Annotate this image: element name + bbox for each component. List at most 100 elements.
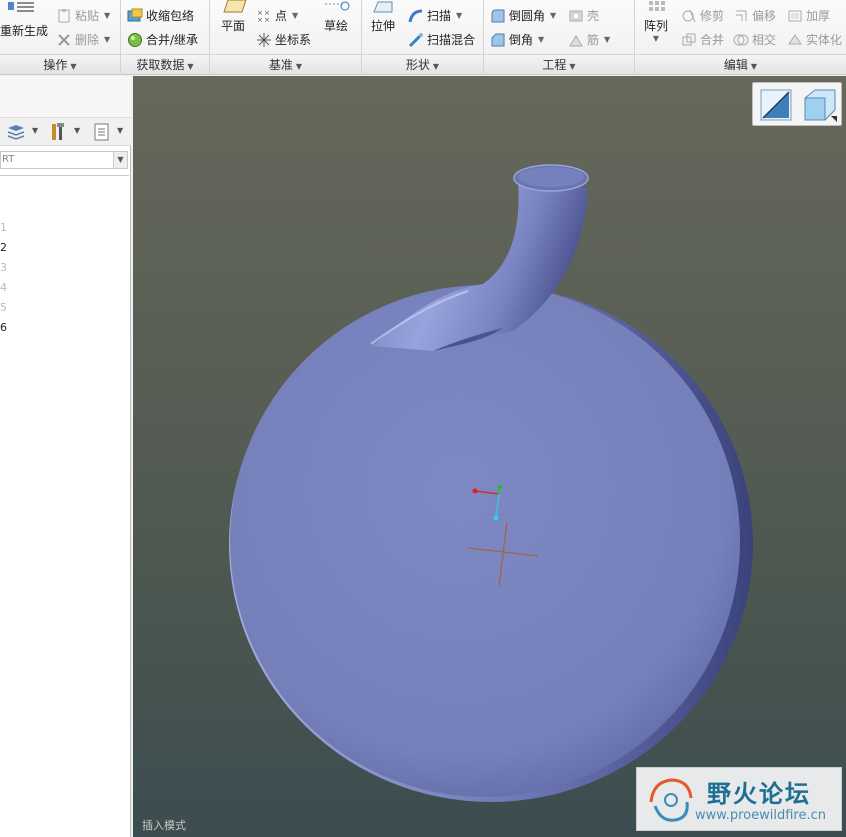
- intersect-label: 相交: [752, 33, 777, 47]
- delete-icon: [56, 32, 72, 48]
- trim-label: 修剪: [700, 9, 725, 23]
- rib-button[interactable]: 筋 ▼: [568, 31, 610, 48]
- pane-header: [0, 76, 131, 118]
- extrude-label: 拉伸: [370, 19, 395, 33]
- ribbon: 重新生成 粘贴 ▼ 删除 ▼ 操作 ▼ 收缩包络 合并/继承 获取数据 ▼ 平面…: [0, 0, 846, 75]
- chamfer-button[interactable]: 倒角 ▼: [490, 31, 544, 48]
- paste-button[interactable]: 粘贴 ▼: [56, 7, 110, 24]
- chamfer-dropdown-icon[interactable]: ▼: [538, 35, 544, 44]
- shell-label: 壳: [587, 9, 600, 23]
- group-label-operations[interactable]: 操作 ▼: [0, 54, 120, 74]
- group-datum: 平面 × × × × 点 ▼ 坐标系 草绘 基准 ▼: [210, 0, 362, 75]
- offset-button[interactable]: 偏移: [733, 7, 776, 24]
- merge-inherit-button[interactable]: 合并/继承: [127, 31, 198, 48]
- mode-status: 插入模式: [142, 819, 186, 832]
- chevron-down-icon: ▼: [750, 62, 758, 71]
- pattern-button[interactable]: 阵列 ▼: [639, 0, 673, 43]
- extrude-button[interactable]: 拉伸: [366, 0, 400, 34]
- sketch-icon: [321, 0, 351, 14]
- csys-z-dot: [493, 515, 499, 521]
- paste-dropdown-icon[interactable]: ▼: [104, 11, 110, 20]
- intersect-button[interactable]: 相交: [733, 31, 776, 48]
- watermark-logo-icon: [649, 778, 693, 822]
- group-label-editing[interactable]: 编辑 ▼: [635, 54, 846, 74]
- point-button[interactable]: × × × × 点 ▼: [256, 7, 298, 24]
- tree-item[interactable]: 3: [0, 261, 7, 274]
- trim-button[interactable]: 修剪: [681, 7, 724, 24]
- svg-text:×: ×: [257, 16, 263, 24]
- shaded-view-icon[interactable]: [801, 88, 839, 125]
- csys-button[interactable]: 坐标系: [256, 31, 311, 48]
- section-view-icon[interactable]: [759, 88, 793, 125]
- delete-button[interactable]: 删除 ▼: [56, 31, 110, 48]
- chevron-down-icon: ▼: [70, 62, 77, 71]
- swept-blend-button[interactable]: 扫描混合: [408, 31, 475, 48]
- solidify-button[interactable]: 实体化: [787, 31, 842, 48]
- rib-label: 筋: [587, 33, 600, 47]
- chevron-down-icon: ▼: [569, 62, 576, 71]
- regenerate-label: 重新生成: [0, 24, 49, 38]
- delete-dropdown-icon[interactable]: ▼: [104, 35, 110, 44]
- view-toolbar: [752, 82, 842, 126]
- chamfer-label: 倒角: [509, 33, 534, 47]
- rib-dropdown-icon[interactable]: ▼: [604, 35, 610, 44]
- disc-face: [230, 285, 740, 797]
- shrinkwrap-button[interactable]: 收缩包络: [127, 7, 194, 24]
- merge-inherit-icon: [127, 32, 143, 48]
- trim-icon: [681, 8, 697, 24]
- filter-dropdown-icon[interactable]: ▼: [113, 152, 127, 168]
- chevron-down-icon: ▼: [187, 62, 194, 71]
- swept-blend-label: 扫描混合: [427, 33, 476, 47]
- solidify-label: 实体化: [806, 33, 843, 47]
- shell-button[interactable]: 壳: [568, 7, 599, 24]
- sweep-button[interactable]: 扫描 ▼: [408, 7, 462, 24]
- model-tree-filter[interactable]: RT ▼: [0, 151, 128, 169]
- sweep-label: 扫描: [427, 9, 452, 23]
- offset-icon: [733, 8, 749, 24]
- volute-model[interactable]: [133, 76, 846, 837]
- svg-text:×: ×: [264, 16, 270, 24]
- point-dropdown-icon[interactable]: ▼: [292, 11, 298, 20]
- sweep-icon: [408, 8, 424, 24]
- group-label-get-data[interactable]: 获取数据 ▼: [121, 54, 209, 74]
- tree-item[interactable]: 6: [0, 321, 7, 334]
- group-label-datum[interactable]: 基准 ▼: [210, 54, 361, 74]
- tools-icon[interactable]: [48, 122, 70, 145]
- plane-icon: [218, 0, 248, 14]
- tree-item[interactable]: 1: [0, 221, 7, 234]
- watermark-title: 野火论坛: [707, 780, 811, 808]
- chamfer-icon: [490, 32, 506, 48]
- pattern-icon: [641, 0, 671, 14]
- layers-dropdown-icon[interactable]: ▼: [32, 126, 38, 135]
- csys-icon: [256, 32, 272, 48]
- round-button[interactable]: 倒圆角 ▼: [490, 7, 556, 24]
- graphics-viewport[interactable]: 插入模式 野火论坛 www.proewildfire.cn: [133, 76, 846, 837]
- settings-list-icon[interactable]: [92, 122, 112, 145]
- thicken-button[interactable]: 加厚: [787, 7, 830, 24]
- plane-button[interactable]: 平面: [216, 0, 250, 34]
- csys-label: 坐标系: [275, 33, 312, 47]
- pattern-dropdown-icon[interactable]: ▼: [639, 34, 673, 43]
- group-label-engineering[interactable]: 工程 ▼: [484, 54, 634, 74]
- merge-button[interactable]: 合并: [681, 31, 724, 48]
- settings-dropdown-icon[interactable]: ▼: [117, 126, 123, 135]
- tree-item[interactable]: 2: [0, 241, 7, 254]
- group-label-shapes[interactable]: 形状 ▼: [362, 54, 483, 74]
- tree-item[interactable]: 5: [0, 301, 7, 314]
- group-operations: 重新生成 粘贴 ▼ 删除 ▼ 操作 ▼: [0, 0, 121, 75]
- tools-dropdown-icon[interactable]: ▼: [74, 126, 80, 135]
- sketch-button[interactable]: 草绘: [320, 0, 352, 34]
- csys-x-dot: [472, 488, 478, 494]
- point-icon: × × × ×: [256, 8, 272, 24]
- shrinkwrap-icon: [127, 8, 143, 24]
- regenerate-button[interactable]: 重新生成: [0, 22, 48, 39]
- thicken-icon: [787, 8, 803, 24]
- layers-icon[interactable]: [6, 123, 28, 144]
- thicken-label: 加厚: [806, 9, 831, 23]
- watermark-url: www.proewildfire.cn: [695, 808, 826, 823]
- intersect-icon: [733, 32, 749, 48]
- tree-item[interactable]: 4: [0, 281, 7, 294]
- group-shapes: 拉伸 扫描 ▼ 扫描混合 形状 ▼: [362, 0, 484, 75]
- round-dropdown-icon[interactable]: ▼: [550, 11, 556, 20]
- sweep-dropdown-icon[interactable]: ▼: [456, 11, 462, 20]
